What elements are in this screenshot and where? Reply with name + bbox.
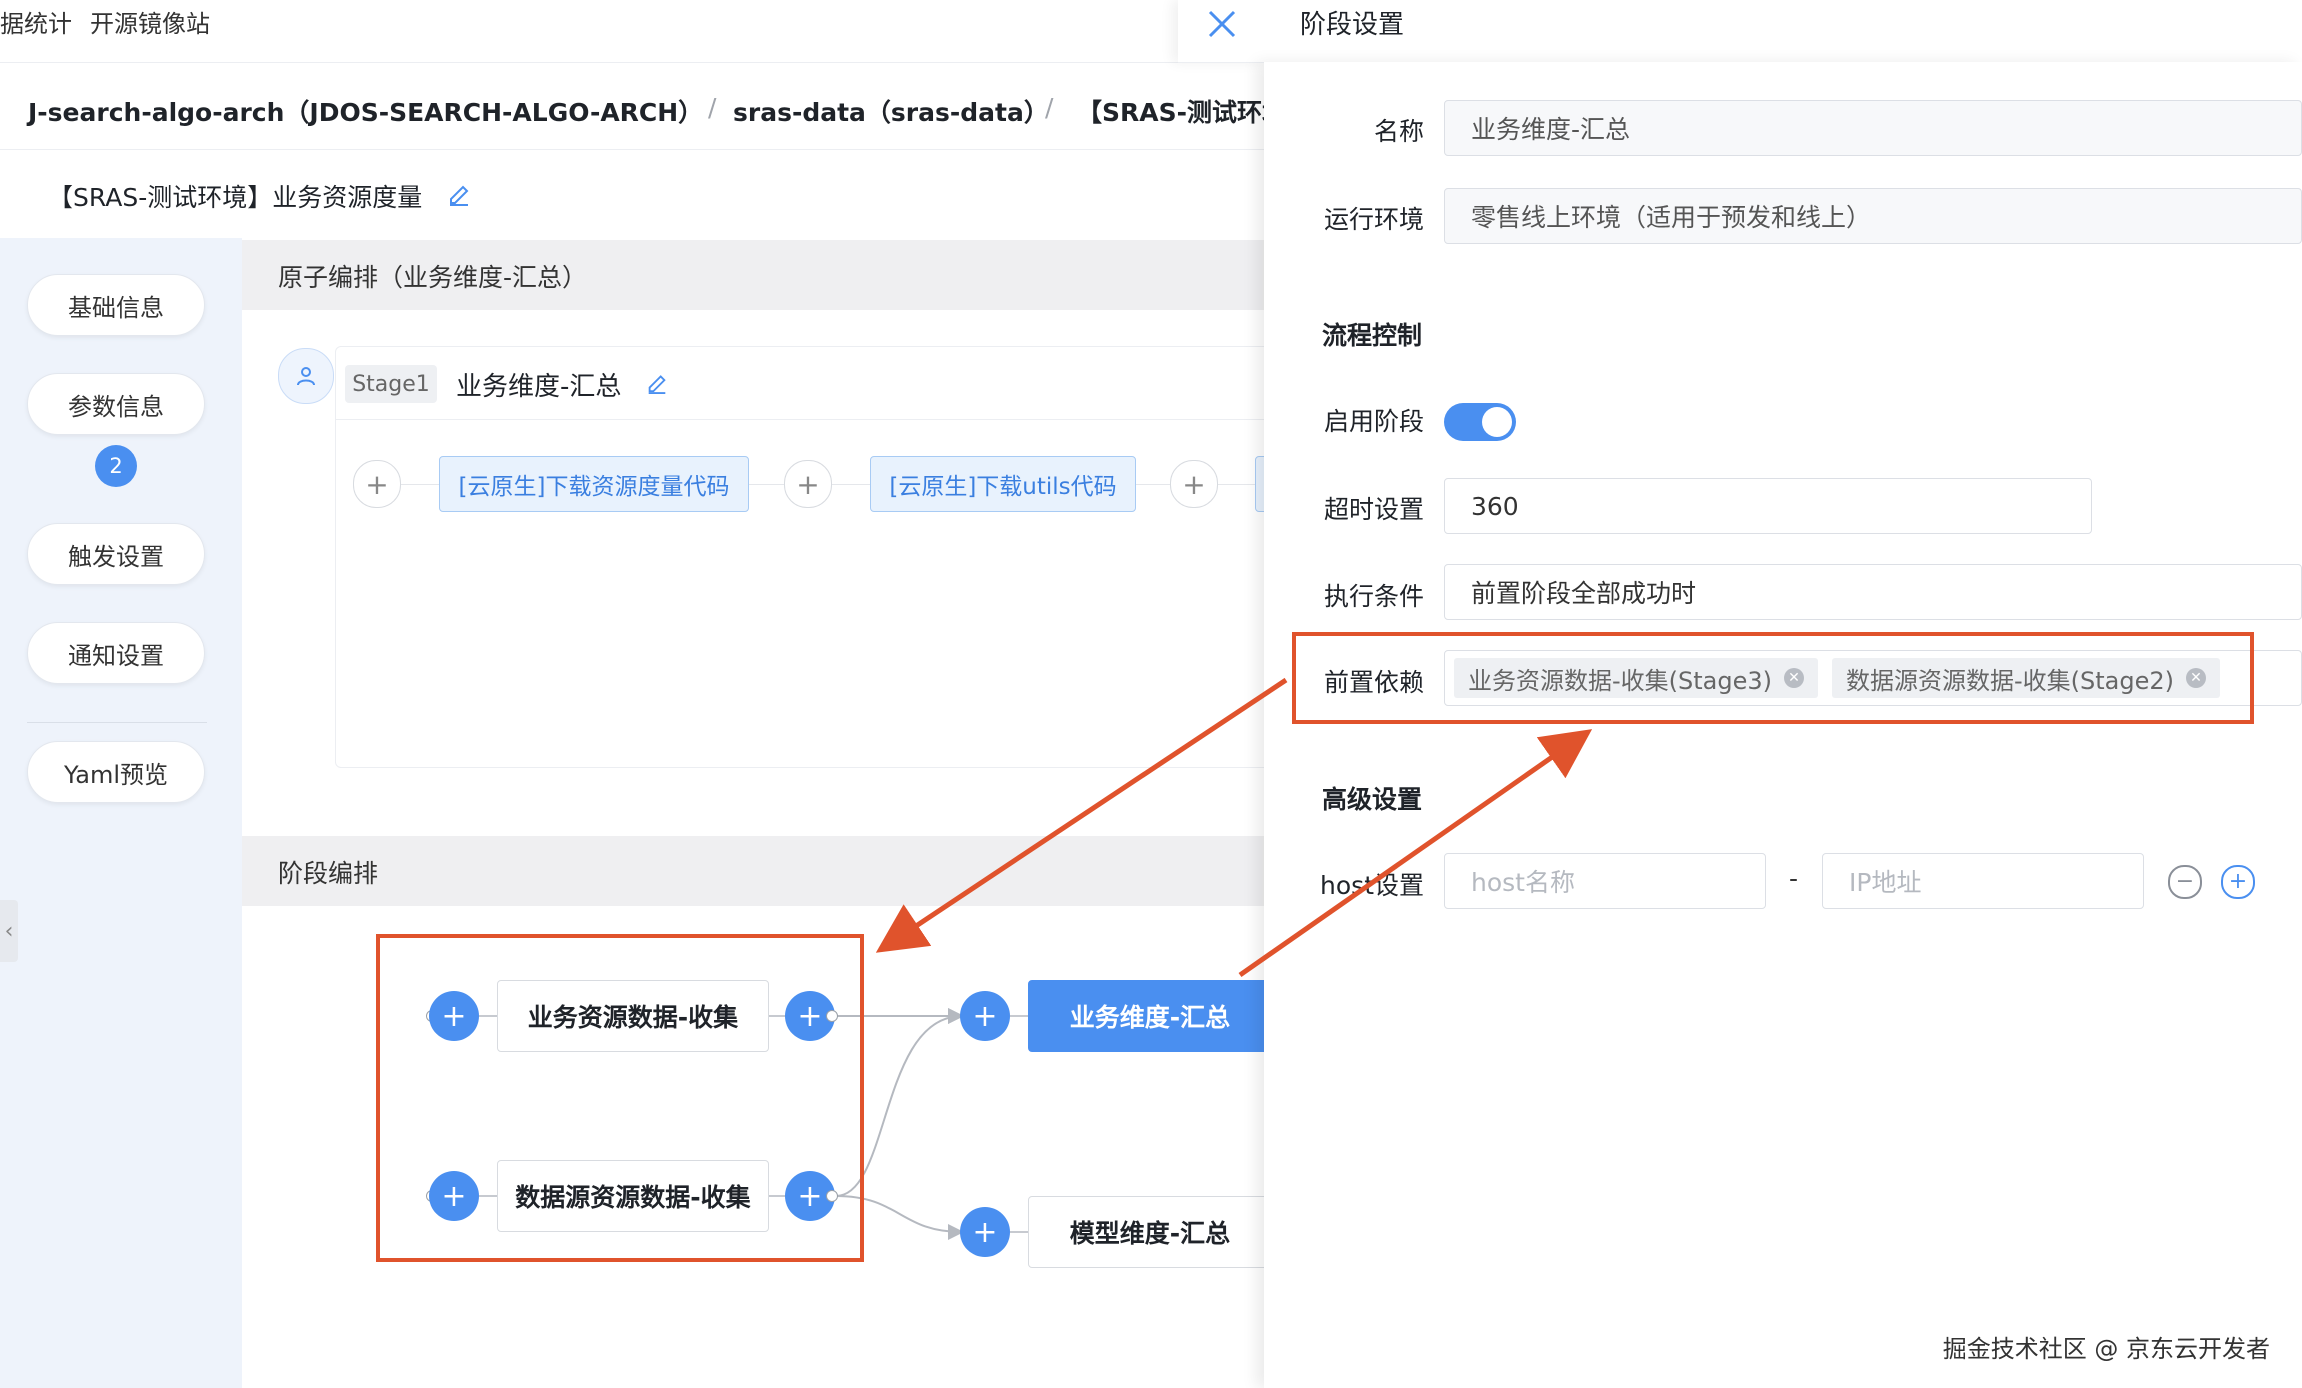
highlight-box xyxy=(376,934,864,1262)
minus-icon[interactable]: − xyxy=(2168,865,2202,899)
condition-select[interactable]: 前置阶段全部成功时 xyxy=(1444,564,2302,620)
host-name-input[interactable]: host名称 xyxy=(1444,853,1766,909)
enable-label: 启用阶段 xyxy=(1323,407,1424,436)
add-stage-before-button[interactable]: + xyxy=(960,991,1010,1041)
add-stage-before-button[interactable]: + xyxy=(960,1207,1010,1257)
ip-input[interactable]: IP地址 xyxy=(1822,853,2144,909)
timeout-label: 超时设置 xyxy=(1323,495,1424,524)
env-select[interactable]: 零售线上环境（适用于预发和线上） xyxy=(1444,188,2302,244)
drawer-title: 阶段设置 xyxy=(1300,10,1405,40)
name-label: 名称 xyxy=(1373,117,1424,146)
stage-node-active[interactable]: 业务维度-汇总 xyxy=(1028,980,1272,1052)
host-dash: - xyxy=(1789,864,1799,893)
timeout-input[interactable]: 360 xyxy=(1444,478,2092,534)
flow-control-title: 流程控制 xyxy=(1322,321,1423,350)
name-field[interactable]: 业务维度-汇总 xyxy=(1444,100,2302,156)
drawer-header: 阶段设置 xyxy=(1178,0,2302,63)
footer-watermark: 掘金技术社区 @ 京东云开发者 xyxy=(1942,1335,2270,1363)
close-icon[interactable] xyxy=(1206,8,1238,40)
advanced-title: 高级设置 xyxy=(1322,785,1423,814)
plus-icon[interactable]: + xyxy=(2221,865,2255,899)
highlight-box xyxy=(1292,632,2254,724)
enable-toggle[interactable] xyxy=(1444,403,1516,441)
condition-label: 执行条件 xyxy=(1323,582,1424,611)
env-label: 运行环境 xyxy=(1323,205,1424,234)
host-label: host设置 xyxy=(1320,871,1424,900)
stage-settings-drawer: 名称 业务维度-汇总 运行环境 零售线上环境（适用于预发和线上） 流程控制 启用… xyxy=(1264,62,2302,1388)
stage-node[interactable]: 模型维度-汇总 xyxy=(1028,1196,1272,1268)
